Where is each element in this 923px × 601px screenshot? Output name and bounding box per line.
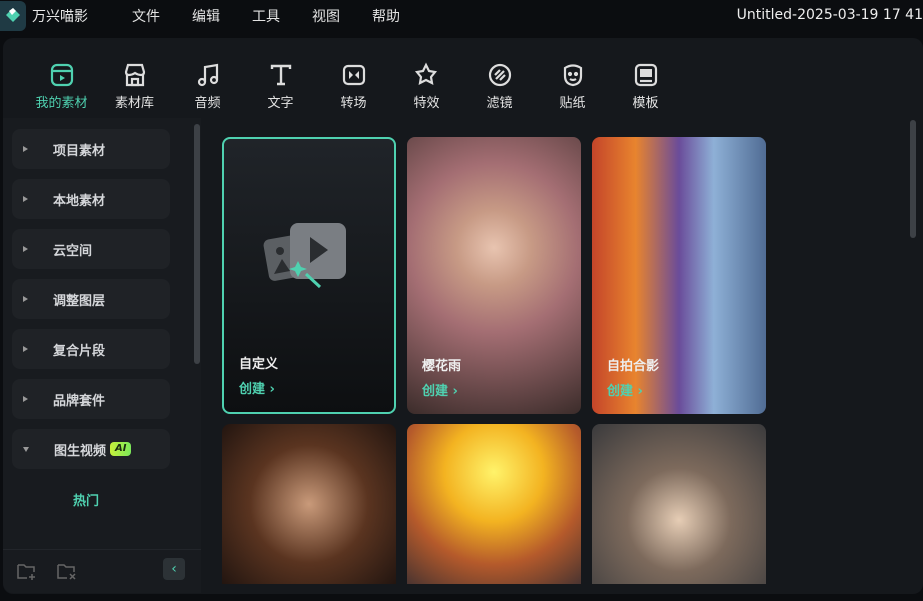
effects-icon: [414, 62, 437, 85]
template-icon: [634, 63, 657, 87]
collapse-sidebar-button[interactable]: ‹: [163, 558, 185, 580]
tab-sticker[interactable]: 贴纸: [536, 38, 609, 118]
sidebar-item-cloud[interactable]: 云空间: [12, 229, 170, 269]
menu-view[interactable]: 视图: [312, 6, 340, 26]
sidebar-item-compound-clip[interactable]: 复合片段: [12, 329, 170, 369]
sidebar-item-image-to-video[interactable]: 图生视频 AI: [12, 429, 170, 469]
new-folder-icon[interactable]: [17, 562, 37, 580]
create-link[interactable]: 创建 ›: [607, 380, 643, 399]
expand-arrow-icon: [23, 296, 28, 302]
sidebar-footer: ‹: [3, 549, 201, 593]
card-title: 樱花雨: [422, 359, 462, 374]
my-media-icon: [50, 63, 73, 87]
tab-effects[interactable]: 特效: [390, 38, 463, 118]
template-card-kimono[interactable]: [592, 424, 766, 584]
sidebar-subitem-popular[interactable]: 热门: [73, 490, 99, 509]
chevron-left-icon: ‹: [171, 561, 177, 577]
custom-create-icon: [263, 223, 346, 289]
sidebar-item-local-media[interactable]: 本地素材: [12, 179, 170, 219]
sticker-icon: [563, 64, 582, 87]
music-icon: [197, 63, 218, 87]
create-link[interactable]: 创建 ›: [422, 380, 458, 399]
menu-bar: 万兴喵影 文件 编辑 工具 视图 帮助 Untitled-2025-03-19 …: [0, 0, 923, 32]
template-card-custom[interactable]: 自定义 创建 ›: [222, 137, 396, 414]
text-icon: [270, 64, 291, 86]
app-name: 万兴喵影: [32, 9, 88, 25]
card-title: 自拍合影: [607, 359, 660, 374]
tab-transition[interactable]: 转场: [317, 38, 390, 118]
delete-folder-icon[interactable]: [57, 562, 77, 580]
card-title: 自定义: [239, 357, 279, 372]
content-scrollbar[interactable]: [910, 120, 916, 238]
sidebar-scrollbar[interactable]: [194, 124, 200, 364]
tab-template[interactable]: 模板: [609, 38, 682, 118]
menu-tools[interactable]: 工具: [252, 6, 280, 26]
filter-icon: [488, 63, 511, 87]
expand-arrow-icon: [23, 246, 28, 252]
transition-icon: [342, 64, 365, 86]
ai-badge: AI: [110, 442, 132, 456]
tab-filter[interactable]: 滤镜: [463, 38, 536, 118]
template-card-fire[interactable]: [407, 424, 581, 584]
store-icon: [124, 63, 145, 87]
window-title: Untitled-2025-03-19 17 41: [736, 7, 923, 23]
expand-arrow-icon: [23, 396, 28, 402]
expand-arrow-icon: [23, 196, 28, 202]
tab-text[interactable]: 文字: [244, 38, 317, 118]
tab-library[interactable]: 素材库: [98, 38, 171, 118]
tab-audio[interactable]: 音频: [171, 38, 244, 118]
menu-file[interactable]: 文件: [132, 6, 160, 26]
sidebar-item-brand-kit[interactable]: 品牌套件: [12, 379, 170, 419]
menu-edit[interactable]: 编辑: [192, 6, 220, 26]
media-toolbar: 我的素材 素材库 音频 文字 转场 特效 滤镜 贴纸 模板: [3, 38, 923, 118]
sidebar-item-project-media[interactable]: 项目素材: [12, 129, 170, 169]
sidebar-item-adjustment-layer[interactable]: 调整图层: [12, 279, 170, 319]
template-card-selfie-group[interactable]: 自拍合影 创建 ›: [592, 137, 766, 414]
collapse-arrow-icon: [23, 446, 29, 452]
create-link[interactable]: 创建 ›: [239, 378, 275, 397]
template-card-cherry-blossom[interactable]: 樱花雨 创建 ›: [407, 137, 581, 414]
menu-help[interactable]: 帮助: [372, 6, 400, 26]
template-card-butterfly[interactable]: [222, 424, 396, 584]
tab-my-media[interactable]: 我的素材: [25, 38, 98, 118]
expand-arrow-icon: [23, 346, 28, 352]
app-logo-icon: [0, 1, 26, 31]
sidebar: 项目素材 本地素材 云空间 调整图层 复合片段 品牌套件 图生视频 AI 热门 ‹: [3, 118, 201, 593]
expand-arrow-icon: [23, 146, 28, 152]
